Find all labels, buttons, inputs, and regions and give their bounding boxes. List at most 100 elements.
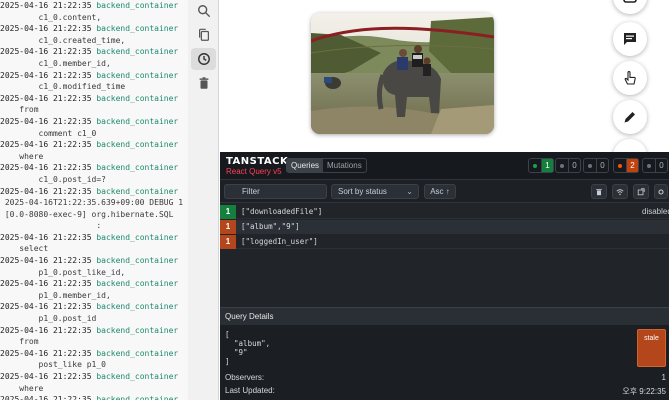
- chat-button[interactable]: [613, 22, 647, 56]
- count-badge-stale: 2: [613, 158, 639, 173]
- query-devtools: TANSTACK React Query v5 Queries Mutation…: [220, 152, 669, 400]
- count-badge-fresh: 1: [528, 158, 554, 173]
- log-timestamp: 2025-04-16 21:22:35: [0, 24, 92, 34]
- count-badge-paused: 0: [583, 158, 609, 173]
- query-key-json-line: ]: [225, 357, 230, 366]
- settings-button[interactable]: [654, 184, 668, 199]
- query-key-json-line: "9": [225, 348, 248, 357]
- log-service-name: backend_container: [96, 302, 179, 312]
- log-line: 2025-04-16 21:22:35 backend_container |: [0, 278, 188, 290]
- history-button[interactable]: [191, 48, 216, 70]
- log-timestamp: 2025-04-16 21:22:35: [0, 348, 92, 358]
- log-message: :: [0, 221, 102, 231]
- log-line: p1_0.post_id: [0, 313, 188, 325]
- log-service-name: backend_container: [96, 372, 179, 381]
- tab-queries[interactable]: Queries: [287, 159, 324, 172]
- observer-count: 1: [220, 235, 236, 249]
- log-service-name: backend_container: [96, 116, 179, 126]
- log-service-name: backend_container: [96, 232, 179, 242]
- tab-mutations[interactable]: Mutations: [323, 159, 366, 172]
- log-timestamp: 2025-04-16 21:22:35: [0, 116, 92, 126]
- details-title: Query Details: [220, 308, 669, 325]
- log-message: p1_0.post_id: [0, 314, 97, 324]
- log-line: [0.0-8080-exec-9] org.hibernate.SQL: [0, 209, 188, 221]
- log-line: post_like p1_0: [0, 359, 188, 371]
- query-row[interactable]: 1 ["loggedIn_user"]: [220, 235, 669, 249]
- log-message: select: [0, 244, 49, 254]
- count-value: 0: [568, 159, 580, 172]
- pointer-button[interactable]: [613, 61, 647, 95]
- count-value: 0: [655, 159, 667, 172]
- log-timestamp: 2025-04-16 21:22:35: [0, 372, 92, 381]
- log-timestamp: 2025-04-16 21:22:35: [0, 93, 92, 103]
- log-message: c1_0.post_id=?: [0, 174, 106, 184]
- sort-order-button[interactable]: Asc ↑: [424, 184, 456, 199]
- log-timestamp: 2025-04-16 21:22:35: [0, 140, 92, 150]
- log-message: post_like p1_0: [0, 360, 106, 370]
- observers-label: Observers:: [225, 373, 265, 382]
- log-line: c1_0.content,: [0, 12, 188, 24]
- log-timestamp: 2025-04-16 21:22:35: [0, 163, 92, 173]
- status-dot: [618, 163, 622, 168]
- log-timestamp: 2025-04-16 21:22:35: [0, 186, 92, 196]
- filter-toolbar: Filter Sort by status ⌄ Asc ↑: [220, 180, 669, 203]
- brand-subtitle: React Query v5: [226, 167, 282, 176]
- brand-name: TANSTACK: [226, 156, 289, 167]
- log-service-name: backend_container: [96, 348, 179, 358]
- query-flag: disabled: [642, 207, 669, 216]
- delete-button[interactable]: [191, 72, 216, 94]
- log-line: c1_0.created_time,: [0, 35, 188, 47]
- log-message: p1_0.post_like_id,: [0, 267, 126, 277]
- copy-button[interactable]: [191, 24, 216, 46]
- count-value: 1: [541, 159, 553, 172]
- album-photo[interactable]: [311, 13, 494, 134]
- count-value: 0: [596, 159, 608, 172]
- history-icon: [197, 53, 210, 65]
- log-message: c1_0.modified_time: [0, 82, 126, 92]
- status-dot: [647, 163, 651, 168]
- log-service-name: backend_container: [96, 395, 179, 400]
- log-message: [0.0-8080-exec-9] org.hibernate.SQL: [0, 209, 174, 219]
- query-row[interactable]: 1 ["album","9"]: [220, 220, 669, 234]
- log-line: 2025-04-16T21:22:35.639+09:00 DEBUG 1 --…: [0, 197, 188, 209]
- log-timestamp: 2025-04-16 21:22:35: [0, 279, 92, 289]
- external-icon: [637, 187, 645, 195]
- trash-icon: [596, 188, 602, 195]
- last-updated-label: Last Updated:: [225, 386, 275, 395]
- count-badge-fetching: 0: [555, 158, 581, 173]
- log-service-name: backend_container: [96, 93, 179, 103]
- edit-button[interactable]: [613, 100, 647, 134]
- log-service-name: backend_container: [96, 70, 179, 80]
- log-line: 2025-04-16 21:22:35 backend_container |: [0, 46, 188, 58]
- log-line: 2025-04-16 21:22:35 backend_container |: [0, 371, 188, 383]
- log-timestamp: 2025-04-16 21:22:35: [0, 1, 92, 10]
- log-line: c1_0.modified_time: [0, 81, 188, 93]
- online-toggle-button[interactable]: [612, 184, 628, 199]
- devtools-logo[interactable]: TANSTACK React Query v5: [226, 156, 288, 177]
- sort-select[interactable]: Sort by status ⌄: [331, 184, 419, 199]
- filter-input[interactable]: Filter: [224, 184, 327, 199]
- log-message: 2025-04-16T21:22:35.639+09:00 DEBUG 1 --…: [0, 198, 188, 208]
- log-timestamp: 2025-04-16 21:22:35: [0, 47, 92, 57]
- pointer-icon: [624, 71, 636, 85]
- log-timestamp: 2025-04-16 21:22:35: [0, 302, 92, 312]
- status-badge: stale: [637, 329, 666, 367]
- last-updated-value: 오후 9:22:35: [622, 387, 666, 396]
- window-icon: [623, 0, 637, 3]
- log-line: 2025-04-16 21:22:35 backend_container |: [0, 116, 188, 128]
- log-line: p1_0.member_id,: [0, 290, 188, 302]
- log-line: 2025-04-16 21:22:35 backend_container |: [0, 348, 188, 360]
- query-row[interactable]: 1 ["downloadedFile"] disabled: [220, 205, 669, 219]
- query-key: ["loggedIn_user"]: [241, 237, 318, 246]
- search-button[interactable]: [191, 0, 216, 22]
- log-line: 2025-04-16 21:22:35 backend_container |: [0, 325, 188, 337]
- log-line: 2025-04-16 21:22:35 backend_container |: [0, 162, 188, 174]
- window-button[interactable]: [613, 0, 647, 14]
- clear-cache-button[interactable]: [591, 184, 607, 199]
- open-settings-button[interactable]: [633, 184, 649, 199]
- log-service-name: backend_container: [96, 279, 179, 289]
- query-key-json-line: [: [225, 330, 230, 339]
- log-panel: 2025-04-16 21:22:35 backend_container | …: [0, 0, 188, 400]
- log-timestamp: 2025-04-16 21:22:35: [0, 325, 92, 335]
- log-service-name: backend_container: [96, 24, 179, 34]
